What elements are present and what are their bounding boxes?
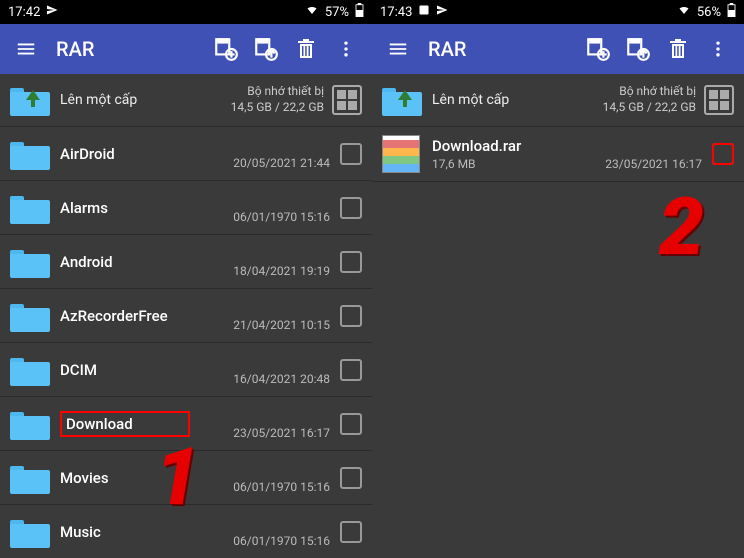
up-one-level-row[interactable]: Lên một cấp Bộ nhớ thiết bị 14,5 GB / 22…	[0, 74, 372, 127]
checkbox[interactable]	[340, 467, 362, 489]
app-title: RAR	[56, 37, 196, 61]
archive-extract-icon[interactable]	[620, 31, 656, 67]
status-time: 17:43	[380, 5, 412, 20]
more-icon[interactable]	[700, 31, 736, 67]
screen-1: 17:42 57% RAR Lên một cấp Bộ nhớ thiết b…	[0, 0, 372, 558]
checkbox[interactable]	[712, 143, 734, 165]
folder-icon	[10, 354, 50, 386]
checkbox[interactable]	[340, 413, 362, 435]
send-icon	[46, 4, 58, 20]
status-bar: 17:42 57%	[0, 0, 372, 24]
folder-icon	[10, 246, 50, 278]
folder-icon	[10, 138, 50, 170]
list-item[interactable]: Movies 06/01/1970 15:16	[0, 451, 372, 505]
send-icon	[436, 4, 448, 20]
up-one-level-row[interactable]: Lên một cấp Bộ nhớ thiết bị 14,5 GB / 22…	[372, 74, 744, 127]
trash-icon[interactable]	[660, 31, 696, 67]
menu-icon[interactable]	[380, 31, 416, 67]
screen-2: 17:43 56% RAR Lên một cấp Bộ nhớ thiết b…	[372, 0, 744, 558]
trash-icon[interactable]	[288, 31, 324, 67]
wifi-icon	[305, 4, 319, 20]
folder-up-icon	[10, 84, 50, 116]
image-icon	[418, 4, 430, 20]
list-item[interactable]: AirDroid 20/05/2021 21:44	[0, 127, 372, 181]
list-item[interactable]: DCIM 16/04/2021 20:48	[0, 343, 372, 397]
list-item-rar[interactable]: Download.rar 17,6 MB 23/05/2021 16:17	[372, 127, 744, 182]
folder-icon	[10, 300, 50, 332]
checkbox[interactable]	[340, 197, 362, 219]
app-toolbar: RAR	[0, 24, 372, 74]
battery-icon	[355, 3, 364, 21]
up-label: Lên một cấp	[60, 92, 231, 108]
checkbox[interactable]	[340, 359, 362, 381]
grid-view-button[interactable]	[704, 85, 734, 115]
folder-icon	[10, 408, 50, 440]
list-item[interactable]: Android 18/04/2021 19:19	[0, 235, 372, 289]
archive-add-icon[interactable]	[580, 31, 616, 67]
folder-icon	[10, 192, 50, 224]
checkbox[interactable]	[340, 305, 362, 327]
checkbox[interactable]	[340, 143, 362, 165]
status-time: 17:42	[8, 5, 40, 20]
folder-icon	[10, 462, 50, 494]
rar-file-icon	[382, 135, 420, 173]
battery-icon	[727, 3, 736, 21]
app-toolbar: RAR	[372, 24, 744, 74]
up-label: Lên một cấp	[432, 92, 603, 108]
file-list: Download.rar 17,6 MB 23/05/2021 16:17	[372, 127, 744, 558]
checkbox[interactable]	[340, 251, 362, 273]
app-title: RAR	[428, 37, 568, 61]
battery-text: 56%	[697, 5, 721, 20]
list-item[interactable]: Alarms 06/01/1970 15:16	[0, 181, 372, 235]
storage-info: Bộ nhớ thiết bị 14,5 GB / 22,2 GB	[603, 84, 696, 115]
more-icon[interactable]	[328, 31, 364, 67]
list-item[interactable]: AzRecorderFree 21/04/2021 10:15	[0, 289, 372, 343]
folder-icon	[10, 516, 50, 548]
list-item[interactable]: Music 06/01/1970 15:16	[0, 505, 372, 558]
storage-info: Bộ nhớ thiết bị 14,5 GB / 22,2 GB	[231, 84, 324, 115]
status-bar: 17:43 56%	[372, 0, 744, 24]
file-list: AirDroid 20/05/2021 21:44 Alarms 06/01/1…	[0, 127, 372, 558]
wifi-icon	[677, 4, 691, 20]
grid-view-button[interactable]	[332, 85, 362, 115]
battery-text: 57%	[325, 5, 349, 20]
menu-icon[interactable]	[8, 31, 44, 67]
folder-up-icon	[382, 84, 422, 116]
list-item-download[interactable]: Download 23/05/2021 16:17	[0, 397, 372, 451]
archive-extract-icon[interactable]	[248, 31, 284, 67]
archive-add-icon[interactable]	[208, 31, 244, 67]
checkbox[interactable]	[340, 521, 362, 543]
